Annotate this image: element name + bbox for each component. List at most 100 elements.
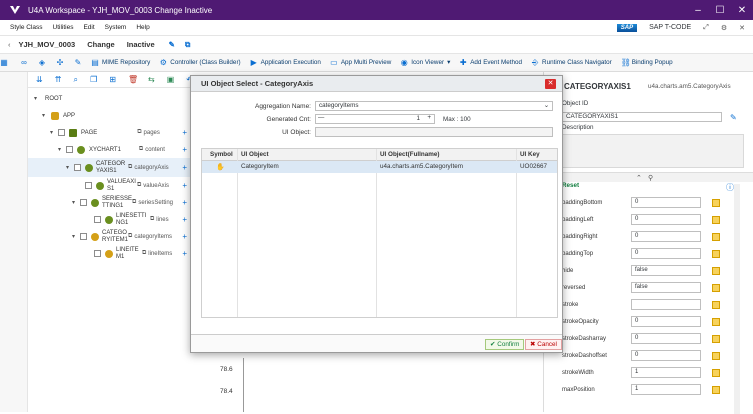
copy-icon[interactable]: ❐ [90, 75, 97, 84]
tree-node-app[interactable]: ▾ APP [28, 107, 193, 124]
property-value[interactable]: 0 [631, 333, 701, 344]
property-value[interactable]: 0 [631, 214, 701, 225]
add-child-icon[interactable]: + [182, 128, 187, 137]
tree-node-xychart[interactable]: ▾ XYCHART1 ⧉ content + [28, 141, 193, 158]
settings-icon[interactable]: ⚙ [721, 24, 727, 32]
checkbox[interactable] [94, 216, 101, 223]
property-value[interactable]: 1 [631, 367, 701, 378]
property-value[interactable]: false [631, 282, 701, 293]
add-icon[interactable]: ⊞ [109, 75, 116, 84]
controller-button[interactable]: ⚙ Controller (Class Builder) [159, 58, 241, 67]
description-area[interactable] [562, 134, 744, 168]
binding-button-icon[interactable] [712, 351, 720, 360]
delete-icon[interactable]: 🗑 [128, 75, 138, 84]
binding-button-icon[interactable] [712, 198, 720, 207]
tree-node-lineitem[interactable]: LINEITEM1 ⧉ lineItems + [28, 245, 193, 262]
property-value[interactable]: 0 [631, 316, 701, 327]
reset-button[interactable]: Reset [562, 182, 579, 189]
network-icon[interactable]: ✣ [56, 58, 64, 67]
paste-icon[interactable]: ▣ [167, 75, 175, 84]
link-icon[interactable]: ∞ [20, 58, 28, 67]
binding-popup-button[interactable]: ⛓ Binding Popup [621, 58, 673, 67]
tree-node-linesetting[interactable]: LINESETTING1 ⧉ lines + [28, 211, 193, 228]
binding-button-icon[interactable] [712, 283, 720, 292]
layout-icon[interactable]: ▦ [0, 58, 8, 67]
binding-button-icon[interactable] [712, 300, 720, 309]
dialog-close-button[interactable]: ✕ [545, 79, 556, 89]
help-icon[interactable]: ⓘ [726, 182, 734, 193]
menu-system[interactable]: System [105, 24, 127, 31]
object-id-field[interactable]: CATEGORYAXIS1 [562, 112, 722, 122]
property-value[interactable]: 0 [631, 231, 701, 242]
back-icon[interactable]: ‹ [8, 40, 11, 49]
tree-node-categoryaxis[interactable]: ▾ CATEGORYAXIS1 ⧉ categoryAxis + [28, 158, 193, 177]
shield-icon[interactable]: ◈ [38, 58, 46, 67]
close-window-button[interactable]: ✕ [731, 5, 753, 16]
maximize-icon[interactable]: ⤢ [703, 24, 709, 32]
binding-button-icon[interactable] [712, 385, 720, 394]
tree-node-seriessetting[interactable]: ▾ SERIESSETTING1 ⧉ seriesSetting + [28, 194, 193, 211]
menu-help[interactable]: Help [136, 24, 149, 31]
chevron-up-icon[interactable]: ⌃ [636, 174, 642, 182]
plus-icon[interactable]: + [427, 114, 431, 122]
property-value[interactable]: 0 [631, 350, 701, 361]
menu-utilities[interactable]: Utilities [53, 24, 74, 31]
app-multi-preview-button[interactable]: ▭ App Multi Preview [330, 58, 391, 67]
checkbox[interactable] [80, 199, 88, 206]
tree-node-page[interactable]: ▾ PAGE ⧉ pages + [28, 124, 193, 141]
add-event-method-button[interactable]: ✚ Add Event Method [459, 58, 522, 67]
binding-button-icon[interactable] [712, 317, 720, 326]
generated-stepper[interactable]: — 1 + [315, 114, 435, 124]
expand-all-icon[interactable]: ⇊ [36, 75, 43, 84]
open-icon[interactable]: ⧉ [185, 40, 190, 50]
binding-button-icon[interactable] [712, 368, 720, 377]
property-value[interactable]: 1 [631, 384, 701, 395]
tree-node-valueaxis[interactable]: VALUEAXIS1 ⧉ valueAxis + [28, 177, 193, 194]
app-execution-button[interactable]: ▶ Application Execution [250, 58, 321, 67]
add-child-icon[interactable]: + [182, 249, 187, 258]
add-child-icon[interactable]: + [182, 163, 187, 172]
cancel-button[interactable]: ✖ Cancel [525, 339, 562, 350]
binding-button-icon[interactable] [712, 334, 720, 343]
property-value[interactable]: 0 [631, 197, 701, 208]
add-child-icon[interactable]: + [182, 215, 187, 224]
move-icon[interactable]: ⇆ [148, 75, 155, 84]
property-value[interactable]: 0 [631, 248, 701, 259]
pin-icon[interactable]: ⚲ [648, 174, 653, 182]
aggregation-select[interactable]: categoryItems ⌄ [315, 101, 553, 111]
checkbox[interactable] [58, 129, 66, 136]
menu-style-class[interactable]: Style Class [10, 24, 43, 31]
close-icon[interactable]: ✕ [739, 24, 745, 32]
checkbox[interactable] [66, 146, 74, 153]
edit-icon[interactable]: ✎ [730, 113, 737, 122]
add-child-icon[interactable]: + [182, 181, 187, 190]
collapse-all-icon[interactable]: ⇈ [55, 75, 62, 84]
add-child-icon[interactable]: + [182, 232, 187, 241]
tree-node-root[interactable]: ▾ ROOT [28, 90, 193, 107]
icon-viewer-button[interactable]: ◉ Icon Viewer ▾ [400, 58, 450, 67]
property-value[interactable] [631, 299, 701, 310]
add-child-icon[interactable]: + [182, 198, 187, 207]
checkbox[interactable] [80, 233, 88, 240]
table-row[interactable]: ✋ CategoryItem u4a.charts.am5.CategoryIt… [202, 161, 557, 173]
maximize-button[interactable]: ☐ [709, 5, 731, 16]
binding-button-icon[interactable] [712, 232, 720, 241]
checkbox[interactable] [85, 182, 92, 189]
binding-button-icon[interactable] [712, 266, 720, 275]
checkbox[interactable] [94, 250, 101, 257]
add-child-icon[interactable]: + [182, 145, 187, 154]
menu-edit[interactable]: Edit [83, 24, 94, 31]
runtime-class-navigator-button[interactable]: ⎆ Runtime Class Navigator [531, 58, 612, 67]
uiobject-field[interactable] [315, 127, 553, 137]
minimize-button[interactable]: – [687, 5, 709, 16]
pen-icon[interactable]: ✎ [74, 58, 82, 67]
property-value[interactable]: false [631, 265, 701, 276]
binding-button-icon[interactable] [712, 215, 720, 224]
sap-tcode-label[interactable]: SAP T-CODE [649, 24, 691, 31]
checkbox[interactable] [74, 164, 82, 171]
confirm-button[interactable]: ✔ Confirm [485, 339, 525, 350]
tree-node-categoryitem[interactable]: ▾ CATEGORYITEM1 ⧉ categoryItems + [28, 228, 193, 245]
search-icon[interactable]: ⌕ [73, 75, 78, 84]
minus-icon[interactable]: — [318, 114, 324, 122]
mime-repository-button[interactable]: ▤ MIME Repository [91, 58, 150, 67]
